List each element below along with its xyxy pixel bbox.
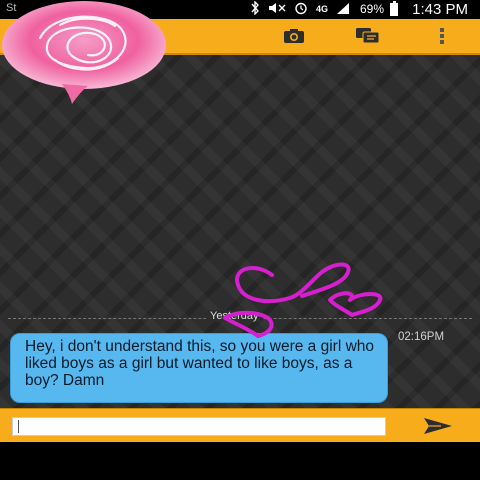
battery-percent: 69%: [359, 2, 384, 16]
text-cursor: [18, 420, 19, 433]
conversation-area[interactable]: Yesterday Hey, i don't understand this, …: [0, 55, 480, 408]
carrier-label: St: [6, 2, 17, 14]
clock: 1:43 PM: [412, 1, 468, 18]
message-input[interactable]: [12, 417, 386, 436]
camera-button[interactable]: [274, 22, 314, 50]
nav-area: [0, 442, 480, 480]
status-bar: St 4G 69% 1:43 PM: [0, 0, 480, 19]
battery-icon: [390, 1, 398, 16]
send-button[interactable]: [420, 414, 456, 438]
compose-bar: [0, 408, 480, 442]
signal-icon: [336, 2, 350, 18]
overflow-menu-icon: [440, 28, 444, 44]
mute-icon: [268, 2, 286, 17]
action-bar: [0, 19, 480, 55]
date-divider: Yesterday: [206, 310, 263, 322]
status-icons: 4G: [250, 0, 350, 18]
camera-icon: [284, 29, 304, 43]
send-icon: [424, 418, 452, 434]
chat-icon: [356, 28, 380, 44]
chat-button[interactable]: [348, 22, 388, 50]
lte-icon: 4G: [315, 4, 328, 14]
bluetooth-icon: [250, 0, 260, 18]
alarm-icon: [294, 1, 308, 18]
overflow-menu-button[interactable]: [422, 22, 462, 50]
message-timestamp: 02:16PM: [398, 331, 445, 343]
message-bubble[interactable]: Hey, i don't understand this, so you wer…: [10, 333, 388, 403]
message-text: Hey, i don't understand this, so you wer…: [25, 338, 375, 389]
screen: St 4G 69% 1:43 PM Yesterday Hey, i don't…: [0, 0, 480, 480]
